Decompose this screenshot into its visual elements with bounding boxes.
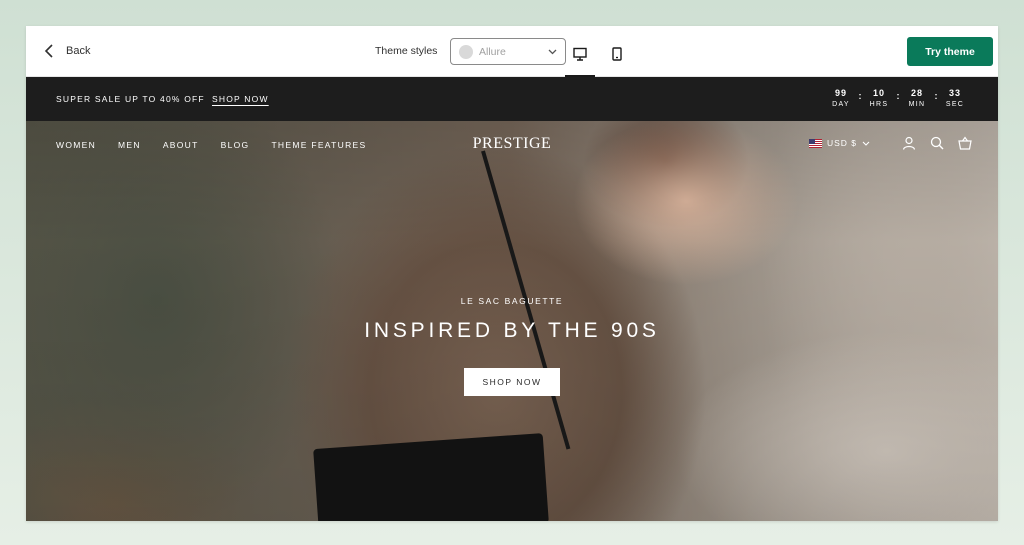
countdown-hours-value: 10 — [872, 88, 885, 98]
try-theme-button[interactable]: Try theme — [907, 37, 993, 66]
nav-item-blog[interactable]: BLOG — [221, 140, 250, 150]
countdown-days-value: 99 — [834, 88, 847, 98]
countdown-hours-label: HRS — [869, 101, 889, 108]
back-button[interactable]: Back — [44, 40, 90, 62]
countdown-seconds-label: SEC — [945, 101, 965, 108]
countdown-hours: 10 HRS — [864, 88, 894, 108]
hero-headline: INSPIRED BY THE 90S — [364, 319, 660, 342]
countdown-timer: 99 DAY : 10 HRS : 28 MIN : 33 SEC — [826, 88, 970, 108]
style-swatch — [459, 44, 473, 59]
countdown-days-label: DAY — [832, 101, 850, 108]
chevron-left-icon — [44, 44, 53, 58]
countdown-seconds-value: 33 — [948, 88, 961, 98]
countdown-minutes: 28 MIN — [902, 88, 932, 108]
currency-label: USD $ — [826, 138, 857, 148]
nav-item-theme-features[interactable]: THEME FEATURES — [271, 140, 366, 150]
chevron-down-icon — [548, 49, 557, 54]
announcement-shop-now-link[interactable]: SHOP NOW — [212, 94, 269, 104]
countdown-days: 99 DAY — [826, 88, 856, 108]
desktop-view-button[interactable] — [565, 40, 595, 77]
nav-item-about[interactable]: ABOUT — [163, 140, 199, 150]
theme-styles-label: Theme styles — [375, 45, 438, 57]
store-nav: WOMEN MEN ABOUT BLOG THEME FEATURES — [56, 140, 388, 150]
announcement-bar: SUPER SALE UP TO 40% OFF SHOP NOW 99 DAY… — [26, 77, 998, 121]
hero-kicker: LE SAC BAGUETTE — [460, 296, 564, 306]
nav-item-men[interactable]: MEN — [118, 140, 141, 150]
countdown-minutes-value: 28 — [910, 88, 923, 98]
search-icon[interactable] — [930, 136, 944, 150]
countdown-separator: : — [934, 91, 938, 101]
nav-item-women[interactable]: WOMEN — [56, 140, 96, 150]
theme-preview-frame: Back Theme styles Allure Try theme SUPER… — [26, 26, 998, 521]
hero-banner: WOMEN MEN ABOUT BLOG THEME FEATURES PRES… — [26, 121, 998, 521]
countdown-seconds: 33 SEC — [940, 88, 970, 108]
back-label: Back — [66, 45, 91, 57]
store-logo[interactable]: PRESTIGE — [469, 135, 555, 153]
countdown-separator: : — [858, 91, 862, 101]
hero-shop-now-button[interactable]: SHOP NOW — [464, 368, 560, 396]
mobile-icon — [612, 47, 622, 61]
currency-selector[interactable]: USD $ — [808, 138, 870, 148]
theme-styles-select[interactable]: Allure — [450, 38, 566, 65]
desktop-icon — [573, 47, 587, 61]
store-actions: USD $ — [808, 136, 972, 150]
countdown-minutes-label: MIN — [908, 101, 926, 108]
mobile-view-button[interactable] — [602, 40, 632, 77]
theme-style-value: Allure — [479, 45, 506, 58]
cart-icon[interactable] — [958, 136, 972, 150]
sale-text: SUPER SALE UP TO 40% OFF — [56, 94, 205, 104]
us-flag-icon — [808, 138, 822, 148]
editor-toolbar: Back Theme styles Allure Try theme — [26, 26, 998, 77]
account-icon[interactable] — [902, 136, 916, 150]
countdown-separator: : — [896, 91, 900, 101]
chevron-down-icon — [862, 141, 870, 146]
